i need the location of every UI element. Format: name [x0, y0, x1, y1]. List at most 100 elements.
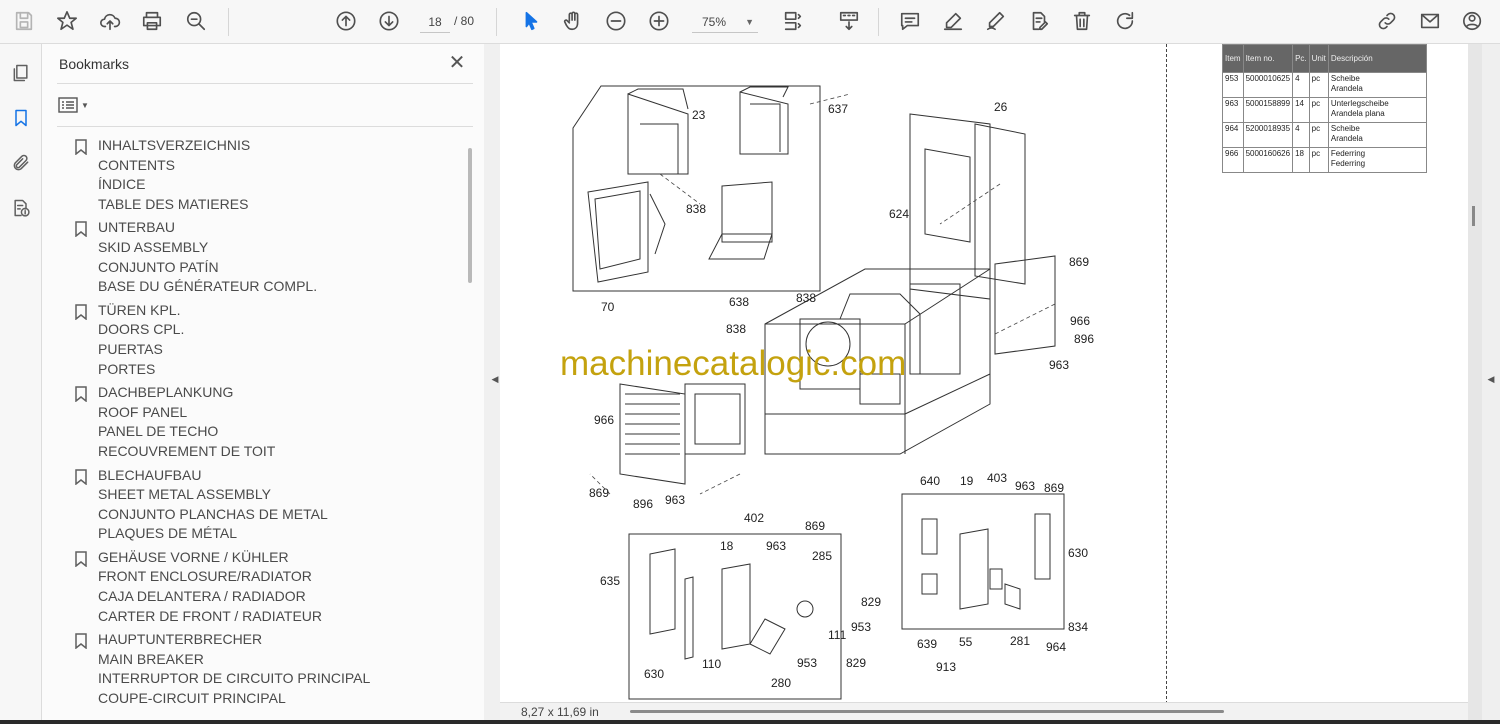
hand-icon[interactable]	[558, 6, 588, 36]
upload-icon[interactable]	[95, 6, 125, 36]
parts-table: Item Item no. Pc. Unit Descripción 953 5…	[1222, 44, 1427, 173]
cell-item: 966	[1222, 147, 1244, 173]
desc-es: Federring	[1330, 159, 1366, 168]
callout: 637	[828, 102, 849, 116]
save-icon[interactable]	[9, 6, 39, 36]
account-icon[interactable]	[1458, 6, 1488, 36]
cell-description: Unterlegscheibe Arandela plana	[1327, 97, 1427, 123]
table-header-row: Item Item no. Pc. Unit Descripción	[1222, 44, 1427, 73]
document-info-icon[interactable]	[8, 195, 34, 221]
callout: 913	[936, 660, 957, 674]
bookmark-item[interactable]: BLECHAUFBAU SHEET METAL ASSEMBLY CONJUNT…	[68, 466, 468, 544]
callout: 838	[686, 202, 707, 216]
bookmark-label: RECOUVREMENT DE TOIT	[98, 442, 276, 459]
expand-right-icon[interactable]: ◀	[1483, 374, 1499, 390]
zoom-in-icon[interactable]	[644, 6, 674, 36]
bookmark-list: INHALTSVERZEICHNIS CONTENTS ÍNDICE TABLE…	[68, 136, 468, 720]
bookmark-item[interactable]: DACHBEPLANKUNG ROOF PANEL PANEL DE TECHO…	[68, 383, 468, 461]
scroll-mode-icon[interactable]	[834, 6, 864, 36]
right-rail: ◀	[1482, 44, 1500, 720]
bookmark-item[interactable]: GEHÄUSE VORNE / KÜHLER FRONT ENCLOSURE/R…	[68, 548, 468, 626]
cell-description: Federring Federring	[1327, 147, 1427, 173]
bookmark-star-icon[interactable]	[52, 6, 82, 36]
print-icon[interactable]	[137, 6, 167, 36]
zoom-search-icon[interactable]	[181, 6, 211, 36]
panel-divider[interactable]: ◀	[484, 44, 500, 720]
stamp-icon[interactable]	[1024, 6, 1054, 36]
bookmark-item[interactable]: TÜREN KPL. DOORS CPL. PUERTAS PORTES	[68, 301, 468, 379]
pages-icon[interactable]	[8, 60, 34, 86]
callout: 869	[1069, 255, 1090, 269]
page-size-label: 8,27 x 11,69 in	[521, 705, 599, 719]
redo-icon[interactable]	[1110, 6, 1140, 36]
bookmarks-icon[interactable]	[8, 105, 34, 131]
bookmark-icon	[75, 221, 87, 238]
bookmark-label: ROOF PANEL	[98, 403, 188, 420]
status-bar: 8,27 x 11,69 in	[500, 702, 1468, 720]
cell-item-no: 5000160626	[1242, 147, 1294, 173]
bookmarks-scrollbar[interactable]	[468, 148, 472, 283]
document-vscroll[interactable]	[1472, 206, 1475, 226]
zoom-select[interactable]: 75% ▼	[692, 11, 758, 33]
callout: 896	[633, 497, 654, 511]
zoom-out-icon[interactable]	[601, 6, 631, 36]
select-cursor-icon[interactable]	[516, 6, 546, 36]
page-down-icon[interactable]	[374, 6, 404, 36]
cell-pc: 18	[1292, 147, 1310, 173]
bookmarks-panel: Bookmarks ✕ ▼ INHALTSVERZEICHNIS CONTENT…	[42, 44, 484, 720]
callout: 624	[889, 207, 910, 221]
cell-description: Scheibe Arandela	[1327, 122, 1427, 148]
desc-de: Scheibe	[1330, 74, 1360, 83]
mail-icon[interactable]	[1415, 6, 1445, 36]
bookmark-label: CONTENTS	[98, 156, 175, 173]
callout: 638	[729, 295, 750, 309]
bookmark-label: GEHÄUSE VORNE / KÜHLER	[98, 548, 289, 565]
callout: 70	[601, 300, 615, 314]
bookmark-label: INHALTSVERZEICHNIS	[98, 137, 251, 153]
callout: 639	[917, 637, 938, 651]
close-icon[interactable]: ✕	[446, 52, 468, 74]
col-item: Item	[1222, 44, 1244, 73]
bookmark-options-button[interactable]: ▼	[58, 94, 94, 116]
callout: 834	[1068, 620, 1089, 634]
callout: 26	[994, 100, 1008, 114]
attachment-icon[interactable]	[8, 150, 34, 176]
cell-description: Scheibe Arandela	[1327, 72, 1427, 98]
sign-icon[interactable]	[981, 6, 1011, 36]
horizontal-scrollbar[interactable]	[630, 710, 1224, 713]
page-fit-icon[interactable]	[778, 6, 808, 36]
bookmark-icon	[75, 468, 87, 486]
bookmark-label: PORTES	[98, 360, 156, 377]
bookmark-item[interactable]: UNTERBAU SKID ASSEMBLY CONJUNTO PATÍN BA…	[68, 218, 468, 296]
callout: 869	[805, 519, 826, 533]
bookmark-item[interactable]: HAUPTUNTERBRECHER MAIN BREAKER INTERRUPT…	[68, 630, 468, 708]
highlight-icon[interactable]	[938, 6, 968, 36]
table-row: 966 5000160626 18 pc Federring Federring	[1222, 147, 1427, 173]
toolbar: / 80 75% ▼	[0, 0, 1500, 44]
bookmark-label: TABLE DES MATIERES	[98, 195, 249, 212]
callout: 963	[1049, 358, 1070, 372]
taskbar-edge	[0, 720, 1500, 724]
bookmark-label: CAJA DELANTERA / RADIADOR	[98, 588, 306, 605]
bookmark-label: CARTER DE FRONT / RADIATEUR	[98, 607, 323, 624]
cell-pc: 4	[1292, 72, 1310, 98]
page-up-icon[interactable]	[331, 6, 361, 36]
chevron-down-icon: ▼	[745, 16, 754, 27]
bookmark-label: TÜREN KPL.	[98, 301, 181, 318]
callout: 635	[600, 574, 621, 588]
cell-item: 953	[1222, 72, 1244, 98]
bookmark-icon	[75, 551, 87, 568]
page-number-input[interactable]	[420, 11, 450, 33]
delete-icon[interactable]	[1067, 6, 1097, 36]
col-unit: Unit	[1308, 44, 1329, 73]
share-link-icon[interactable]	[1372, 6, 1402, 36]
callout: 23	[692, 108, 706, 122]
cell-item: 963	[1222, 97, 1244, 123]
table-row: 964 5200018935 4 pc Scheibe Arandela	[1222, 122, 1427, 148]
callout: 630	[1068, 546, 1089, 560]
bookmark-icon	[75, 386, 87, 403]
bookmark-item[interactable]: INHALTSVERZEICHNIS CONTENTS ÍNDICE TABLE…	[68, 136, 468, 214]
document-view[interactable]: Item Item no. Pc. Unit Descripción 953 5…	[500, 44, 1475, 720]
comment-icon[interactable]	[895, 6, 925, 36]
bookmark-label: DACHBEPLANKUNG	[98, 384, 234, 401]
